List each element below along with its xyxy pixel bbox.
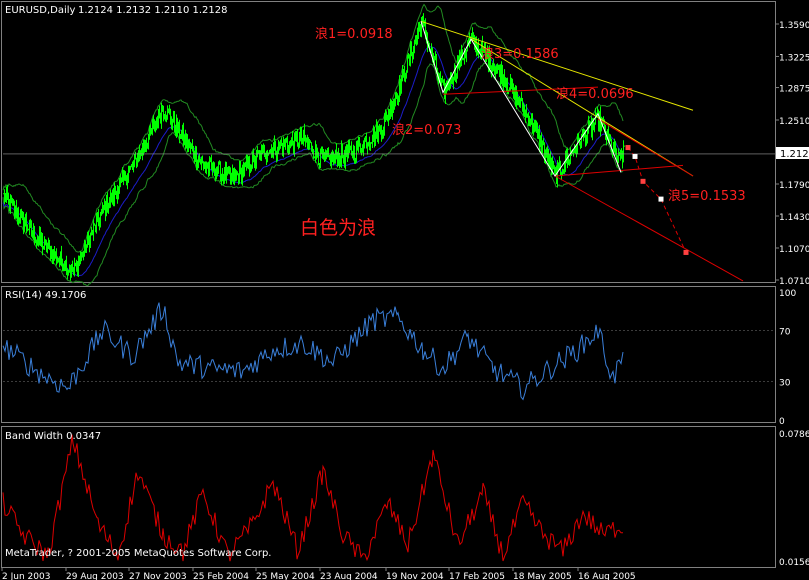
main-panel-frame <box>1 1 776 283</box>
rsi-axis-label: 100 <box>779 289 796 299</box>
bandwidth-axis-top: 0.0786 <box>779 430 809 440</box>
moving-average-line <box>2 46 624 277</box>
white-wave-note: 白色为浪 <box>300 217 376 239</box>
time-axis-label: 25 Feb 2004 <box>193 572 249 580</box>
projection-marker <box>640 178 646 184</box>
wave1-label: 浪1=0.0918 <box>315 27 393 42</box>
price-axis-label: 1.3590 <box>779 21 809 31</box>
bandwidth-axis-bottom: 0.0156 <box>779 558 809 568</box>
projection-marker <box>683 249 689 255</box>
symbol-label: EURUSD,Daily <box>5 5 76 16</box>
time-axis-label: 16 Aug 2005 <box>578 572 636 580</box>
price-axis-label: 1.2875 <box>779 85 809 95</box>
time-axis-label: 25 May 2004 <box>256 572 315 580</box>
price-axis-label: 1.1790 <box>779 181 809 191</box>
bandwidth-panel-frame <box>1 426 776 568</box>
wave3-label: 浪3=0.1586 <box>481 47 559 62</box>
price-axis-label: 1.1430 <box>779 213 809 223</box>
rsi-axis-label: 70 <box>779 327 791 337</box>
time-axis-label: 17 Feb 2005 <box>449 572 505 580</box>
price-series <box>2 3 775 287</box>
rsi-axis-label: 0 <box>779 417 785 427</box>
copyright-text: MetaTrader, ? 2001-2005 MetaQuotes Softw… <box>5 548 271 559</box>
price-axis-label: 1.0710 <box>779 277 809 287</box>
time-axis-label: 19 Nov 2004 <box>386 572 444 580</box>
wave2-label: 浪2=0.073 <box>392 123 461 138</box>
price-axis-label: 1.1070 <box>779 245 809 255</box>
trading-chart[interactable]: EURUSD,Daily 1.2124 1.2132 1.2110 1.2128… <box>0 0 809 580</box>
current-price-label: 1.2128 <box>780 149 809 160</box>
time-axis-label: 18 May 2005 <box>513 572 572 580</box>
bandwidth-label: Band Width 0.0347 <box>5 431 101 442</box>
ohlc-label: 1.2124 1.2132 1.2110 1.2128 <box>78 5 228 16</box>
wave5-label: 浪5=0.1533 <box>668 189 746 204</box>
rsi-panel-frame <box>1 286 776 423</box>
projection-marker <box>625 145 631 151</box>
bandwidth-line <box>2 434 624 562</box>
rsi-line <box>2 302 624 401</box>
time-axis: 2 Jun 2003 29 Aug 2003 27 Nov 2003 25 Feb 2… <box>1 567 636 580</box>
price-axis-label: 1.2510 <box>779 117 809 127</box>
wave4-label: 浪4=0.0696 <box>556 87 634 102</box>
projection-marker <box>632 153 638 159</box>
bandwidth-series <box>2 434 624 562</box>
rsi-axis: 100 70 30 0 <box>779 289 796 427</box>
time-axis-label: 23 Aug 2004 <box>320 572 378 580</box>
rsi-series <box>2 302 775 401</box>
projection-marker <box>658 196 664 202</box>
time-axis-label: 29 Aug 2003 <box>66 572 124 580</box>
lower-bollinger-band <box>2 62 624 287</box>
rsi-label: RSI(14) 49.1706 <box>5 290 86 301</box>
wave-overlay <box>420 20 744 282</box>
time-axis-label: 27 Nov 2003 <box>129 572 187 580</box>
red-channel-line-4 <box>597 118 694 177</box>
price-axis-label: 1.3225 <box>779 53 809 63</box>
rsi-axis-label: 30 <box>779 379 791 389</box>
time-axis-label: 2 Jun 2003 <box>2 572 50 580</box>
